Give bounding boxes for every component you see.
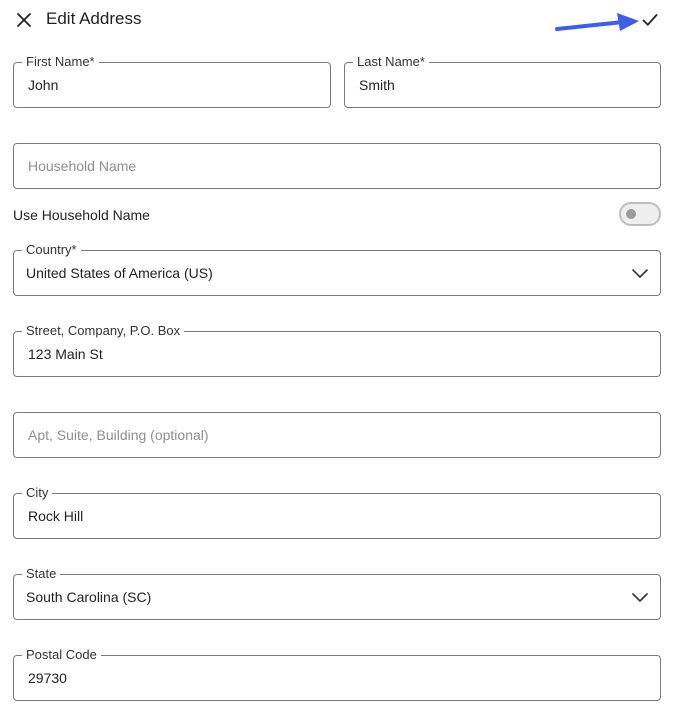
chevron-down-icon <box>632 269 648 278</box>
state-select[interactable]: State South Carolina (SC) <box>13 566 661 620</box>
apt-placeholder: Apt, Suite, Building (optional) <box>28 427 209 443</box>
toggle-knob <box>626 209 636 219</box>
chevron-down-icon <box>632 593 648 602</box>
postal-code-label: Postal Code <box>22 647 101 663</box>
state-value: South Carolina (SC) <box>26 589 152 605</box>
city-field[interactable]: City Rock Hill <box>13 485 661 539</box>
close-icon <box>17 13 31 27</box>
apt-field[interactable]: Apt, Suite, Building (optional) <box>13 412 661 458</box>
city-value: Rock Hill <box>28 508 84 524</box>
street-value: 123 Main St <box>28 346 103 362</box>
state-label: State <box>22 566 61 582</box>
use-household-name-label: Use Household Name <box>13 207 150 223</box>
country-value: United States of America (US) <box>26 265 213 281</box>
street-field[interactable]: Street, Company, P.O. Box 123 Main St <box>13 323 661 377</box>
country-select[interactable]: Country* United States of America (US) <box>13 242 661 296</box>
page-title: Edit Address <box>46 9 142 28</box>
last-name-value: Smith <box>359 77 395 93</box>
first-name-label: First Name* <box>22 54 99 70</box>
first-name-field[interactable]: First Name* John <box>13 54 331 108</box>
first-name-value: John <box>28 77 59 93</box>
use-household-name-row: Use Household Name <box>13 200 661 230</box>
save-button[interactable] <box>638 8 662 32</box>
use-household-name-toggle[interactable] <box>619 202 661 226</box>
last-name-label: Last Name* <box>353 54 429 70</box>
country-label: Country* <box>22 242 81 258</box>
checkmark-icon <box>642 14 658 26</box>
street-label: Street, Company, P.O. Box <box>22 323 185 339</box>
last-name-field[interactable]: Last Name* Smith <box>344 54 661 108</box>
close-button[interactable] <box>12 8 36 32</box>
city-label: City <box>22 485 53 501</box>
household-name-field[interactable]: Household Name <box>13 143 661 189</box>
postal-code-value: 29730 <box>28 670 67 686</box>
household-name-placeholder: Household Name <box>28 158 137 174</box>
annotation-arrow <box>555 13 639 31</box>
header: Edit Address <box>0 0 674 40</box>
postal-code-field[interactable]: Postal Code 29730 <box>13 647 661 701</box>
